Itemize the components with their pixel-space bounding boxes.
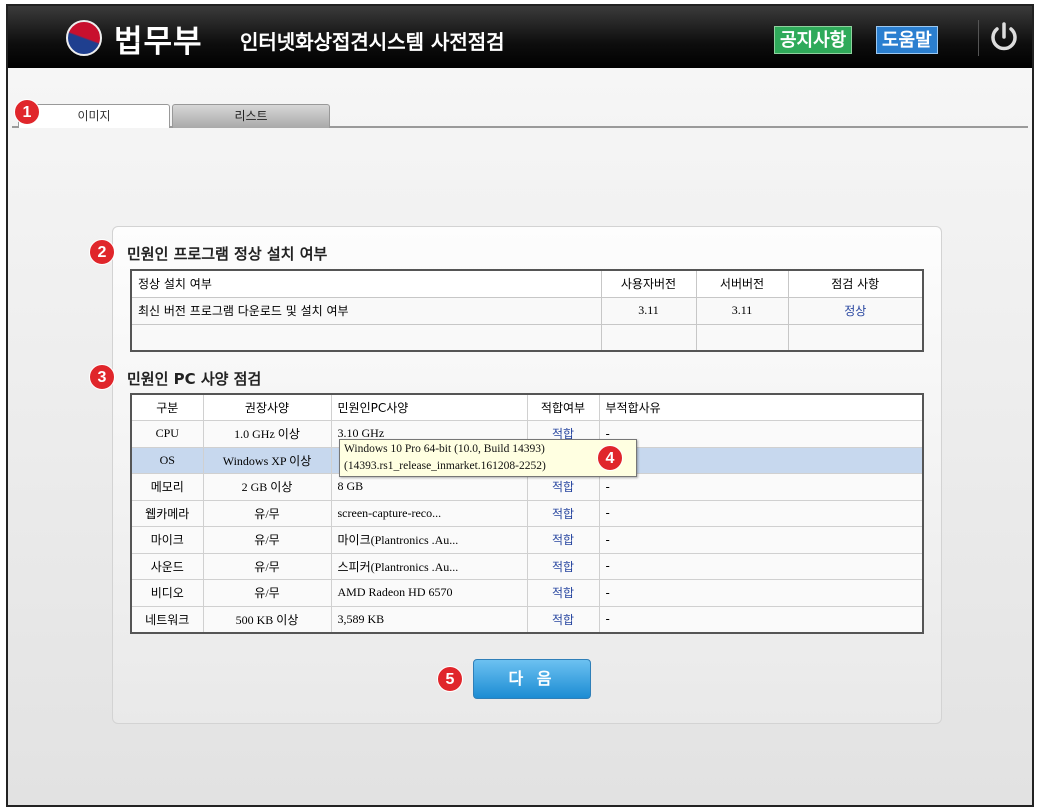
table-row[interactable]: 웹카메라 유/무 screen-capture-reco... 적합 - — [130, 499, 924, 527]
cell-reason: - — [598, 605, 924, 633]
col-header-install: 정상 설치 여부 — [130, 269, 602, 298]
cell-category: OS — [130, 446, 204, 474]
cell-recommended: 500 KB 이상 — [202, 605, 332, 633]
col-header-user-version: 사용자버전 — [600, 269, 697, 298]
cell-reason: - — [598, 579, 924, 607]
cell-server-version: 3.11 — [695, 296, 789, 325]
marker-2: 2 — [89, 239, 115, 265]
table-row[interactable]: 네트워크 500 KB 이상 3,589 KB 적합 - — [130, 605, 924, 633]
app-window: 법무부 인터넷화상접견시스템 사전점검 공지사항 도움말 이미지 리스트 1 2… — [6, 4, 1034, 807]
marker-3: 3 — [89, 364, 115, 390]
cell-fit: 적합 — [526, 473, 600, 501]
os-tooltip: Windows 10 Pro 64-bit (10.0, Build 14393… — [339, 439, 637, 477]
cell-user-spec: 3,589 KB — [330, 605, 528, 633]
cell-user-spec: 스피커(Plantronics .Au... — [330, 552, 528, 580]
pc-check-table: 구분 권장사양 민원인PC사양 적합여부 부적합사유 CPU 1.0 GHz 이… — [130, 393, 924, 634]
cell-recommended: 유/무 — [202, 579, 332, 607]
col-header-recommended: 권장사양 — [202, 393, 332, 421]
cell-recommended: 2 GB 이상 — [202, 473, 332, 501]
table-row[interactable]: 메모리 2 GB 이상 8 GB 적합 - — [130, 473, 924, 501]
notice-button[interactable]: 공지사항 — [774, 26, 853, 54]
table-row[interactable]: 마이크 유/무 마이크(Plantronics .Au... 적합 - — [130, 526, 924, 554]
tab-bar: 이미지 리스트 — [12, 104, 1028, 128]
table-row: 최신 버전 프로그램 다운로드 및 설치 여부 3.11 3.11 정상 — [130, 296, 924, 325]
cell-category: 웹카메라 — [130, 499, 204, 527]
cell-user-spec: 8 GB — [330, 473, 528, 501]
help-button[interactable]: 도움말 — [876, 26, 938, 54]
content-area: 이미지 리스트 1 2 민원인 프로그램 정상 설치 여부 정상 설치 여부 사… — [8, 68, 1032, 805]
cell-fit: 적합 — [526, 499, 600, 527]
next-button[interactable]: 다 음 — [473, 659, 591, 699]
cell-user-spec: screen-capture-reco... — [330, 499, 528, 527]
cell-empty — [695, 323, 789, 352]
cell-fit: 적합 — [526, 579, 600, 607]
ministry-logo-icon — [66, 20, 102, 56]
tooltip-line-2: (14393.rs1_release_inmarket.161208-2252) — [344, 460, 546, 472]
cell-reason: - — [598, 473, 924, 501]
cell-reason: - — [598, 526, 924, 554]
title-bar: 법무부 인터넷화상접견시스템 사전점검 공지사항 도움말 — [8, 6, 1032, 68]
cell-reason: - — [598, 499, 924, 527]
cell-recommended: 유/무 — [202, 499, 332, 527]
cell-category: CPU — [130, 420, 204, 448]
cell-user-version: 3.11 — [600, 296, 697, 325]
cell-fit: 적합 — [526, 552, 600, 580]
col-header-category: 구분 — [130, 393, 204, 421]
program-check-table: 정상 설치 여부 사용자버전 서버버전 점검 사항 최신 버전 프로그램 다운로… — [130, 269, 924, 352]
marker-1: 1 — [14, 99, 40, 125]
cell-status: 정상 — [787, 296, 924, 325]
cell-recommended: Windows XP 이상 — [202, 446, 332, 474]
cell-category: 메모리 — [130, 473, 204, 501]
pc-check-title: 민원인 PC 사양 점검 — [127, 370, 262, 388]
power-button[interactable] — [978, 20, 1028, 56]
col-header-fit: 적합여부 — [526, 393, 600, 421]
tooltip-line-1: Windows 10 Pro 64-bit (10.0, Build 14393… — [344, 443, 545, 455]
cell-user-spec: AMD Radeon HD 6570 — [330, 579, 528, 607]
brand-name: 법무부 — [114, 24, 203, 60]
power-icon — [991, 22, 1017, 51]
cell-item: 최신 버전 프로그램 다운로드 및 설치 여부 — [130, 296, 602, 325]
system-title: 인터넷화상접견시스템 사전점검 — [240, 30, 505, 54]
cell-empty — [130, 323, 602, 352]
marker-4: 4 — [597, 445, 623, 471]
cell-fit: 적합 — [526, 605, 600, 633]
cell-reason: - — [598, 552, 924, 580]
cell-reason — [598, 446, 924, 474]
table-row-empty — [130, 323, 924, 352]
cell-category: 사운드 — [130, 552, 204, 580]
col-header-status: 점검 사항 — [787, 269, 924, 298]
marker-5: 5 — [437, 666, 463, 692]
cell-recommended: 유/무 — [202, 552, 332, 580]
cell-category: 비디오 — [130, 579, 204, 607]
tab-image[interactable]: 이미지 — [18, 104, 170, 128]
col-header-server-version: 서버버전 — [695, 269, 789, 298]
cell-reason: - — [598, 420, 924, 448]
cell-recommended: 1.0 GHz 이상 — [202, 420, 332, 448]
program-check-title: 민원인 프로그램 정상 설치 여부 — [127, 245, 328, 263]
cell-empty — [600, 323, 697, 352]
col-header-user-spec: 민원인PC사양 — [330, 393, 528, 421]
table-row[interactable]: 사운드 유/무 스피커(Plantronics .Au... 적합 - — [130, 552, 924, 580]
cell-category: 네트워크 — [130, 605, 204, 633]
cell-fit: 적합 — [526, 526, 600, 554]
check-panel: 2 민원인 프로그램 정상 설치 여부 정상 설치 여부 사용자버전 서버버전 … — [89, 226, 942, 724]
cell-category: 마이크 — [130, 526, 204, 554]
cell-user-spec: 마이크(Plantronics .Au... — [330, 526, 528, 554]
table-row[interactable]: 비디오 유/무 AMD Radeon HD 6570 적합 - — [130, 579, 924, 607]
cell-recommended: 유/무 — [202, 526, 332, 554]
col-header-reason: 부적합사유 — [598, 393, 924, 421]
tab-list[interactable]: 리스트 — [172, 104, 330, 128]
cell-empty — [787, 323, 924, 352]
